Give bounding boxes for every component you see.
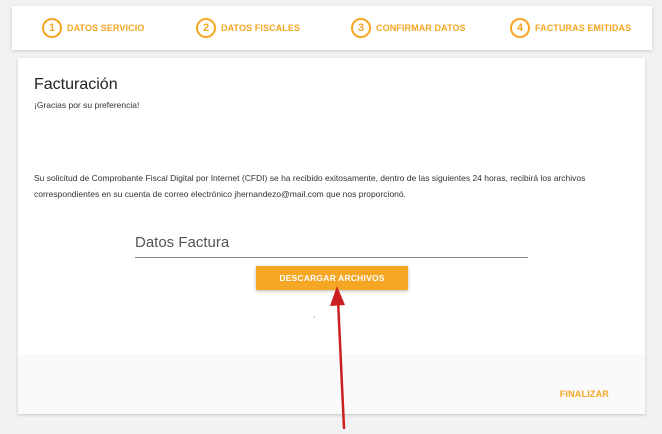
download-files-button[interactable]: DESCARGAR ARCHIVOS [256,266,408,290]
page-subtitle: ¡Gracias por su preferencia! [34,100,140,110]
field-underline [135,257,528,258]
step-label: FACTURAS EMITIDAS [535,23,632,33]
page-title: Facturación [34,76,118,93]
step-label: CONFIRMAR DATOS [376,23,466,33]
step-number: 2 [196,18,216,38]
step-label: DATOS FISCALES [221,23,301,33]
step-datos-servicio[interactable]: 1 DATOS SERVICIO [42,6,144,50]
card-footer [18,354,645,414]
step-number: 3 [351,18,371,38]
confirmation-message: Su solicitud de Comprobante Fiscal Digit… [34,173,586,199]
stepper: 1 DATOS SERVICIO 2 DATOS FISCALES 3 CONF… [12,6,652,50]
step-label: DATOS SERVICIO [67,23,145,33]
step-datos-fiscales[interactable]: 2 DATOS FISCALES [196,6,300,50]
step-number: 1 [42,18,62,38]
finish-button[interactable]: FINALIZAR [554,384,615,404]
decorative-dot [313,316,315,318]
step-number: 4 [510,18,530,38]
invoice-data-label: Datos Factura [135,234,230,251]
step-facturas-emitidas[interactable]: 4 FACTURAS EMITIDAS [510,6,631,50]
invoice-card: Facturación ¡Gracias por su preferencia!… [18,58,645,430]
step-confirmar-datos[interactable]: 3 CONFIRMAR DATOS [351,6,466,50]
